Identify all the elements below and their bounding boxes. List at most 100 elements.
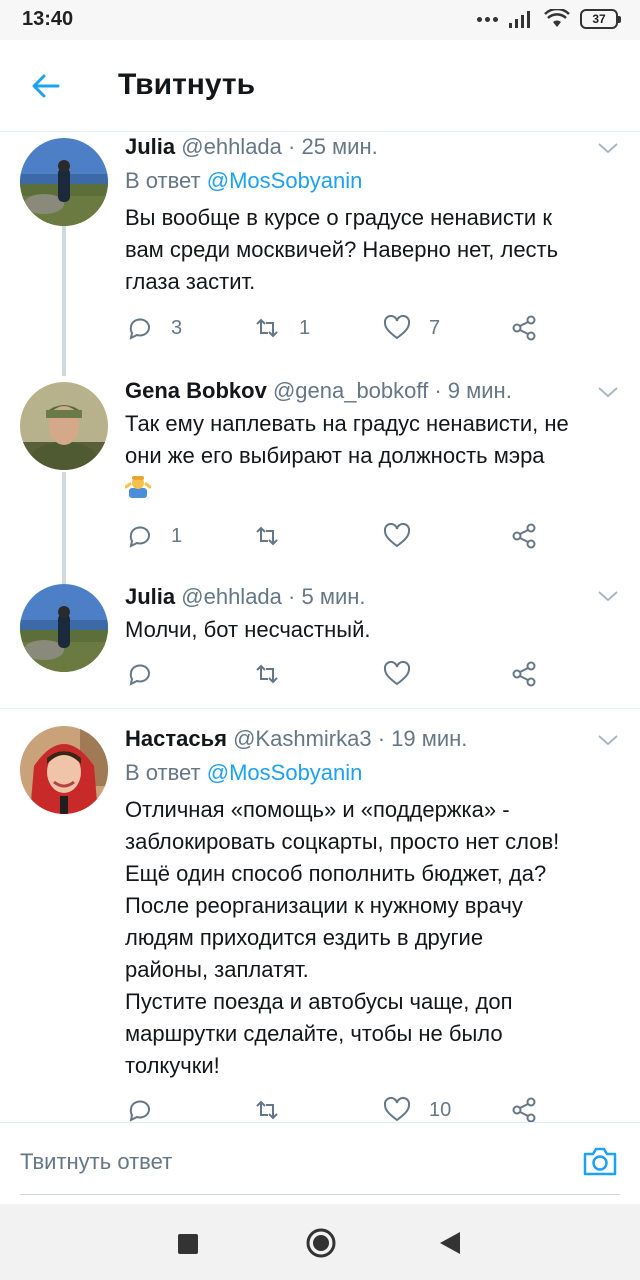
back-triangle-icon[interactable] — [440, 1232, 460, 1254]
share-icon — [512, 1097, 536, 1122]
reply-to-line: В ответ @MosSobyanin — [125, 166, 620, 196]
reply-prefix: В ответ — [125, 760, 201, 785]
tweet-time: · 19 мин. — [377, 726, 468, 751]
more-dots-icon — [477, 16, 498, 22]
share-button[interactable] — [510, 1096, 538, 1122]
author-name[interactable]: Gena Bobkov — [125, 378, 267, 403]
tweet-feed: Julia @ehhlada · 25 мин. В ответ @MosSob… — [0, 132, 640, 1122]
reply-button[interactable]: 3 — [125, 314, 182, 342]
like-button[interactable] — [383, 660, 411, 688]
clock: 13:40 — [22, 8, 74, 30]
share-icon — [512, 661, 536, 687]
camera-icon[interactable] — [582, 1145, 618, 1177]
author-name[interactable]: Настасья — [125, 726, 227, 751]
share-button[interactable] — [510, 660, 538, 688]
tweet[interactable]: Julia @ehhlada · 5 мин. Молчи, бот несча… — [0, 584, 640, 700]
tweet-text: Вы вообще в курсе о градусе ненависти к … — [125, 205, 559, 294]
like-button[interactable]: 7 — [383, 314, 440, 342]
tweet-actions — [125, 660, 625, 690]
battery-icon: 37 — [580, 9, 621, 29]
status-icons: 37 — [477, 9, 621, 29]
chevron-down-icon[interactable] — [596, 384, 620, 400]
tweet-meta: Julia @ehhlada · 25 мин. — [125, 132, 620, 162]
retweet-button[interactable] — [253, 660, 281, 688]
reply-count: 3 — [171, 316, 183, 339]
retweet-button[interactable] — [253, 1096, 281, 1122]
tweet-actions: 1 — [125, 522, 625, 552]
reply-button[interactable]: 1 — [125, 522, 182, 550]
heart-icon — [383, 522, 411, 548]
reply-icon — [129, 1100, 150, 1122]
reply-icon — [129, 664, 150, 686]
author-name[interactable]: Julia — [125, 134, 175, 159]
tweet-meta: Gena Bobkov @gena_bobkoff · 9 мин. — [125, 376, 620, 406]
reply-icon — [129, 526, 150, 548]
tweet-time: · 9 мин. — [434, 378, 512, 403]
tweet-time: · 5 мин. — [288, 584, 366, 609]
author-handle: @ehhlada — [181, 584, 282, 609]
reply-button[interactable] — [125, 660, 153, 688]
retweet-icon — [256, 1100, 278, 1120]
reply-button[interactable] — [125, 1096, 153, 1122]
retweet-icon — [256, 664, 278, 684]
like-count: 7 — [429, 316, 441, 339]
tweet[interactable]: Настасья @Kashmirka3 · 19 мин. В ответ @… — [0, 724, 640, 1122]
share-icon — [512, 523, 536, 549]
system-nav-bar — [0, 1204, 640, 1280]
reply-to-line: В ответ @MosSobyanin — [125, 758, 620, 788]
retweet-icon — [256, 318, 278, 338]
top-app-bar: Твитнуть — [0, 40, 640, 132]
avatar[interactable] — [20, 382, 108, 470]
like-button[interactable]: 10 — [383, 1096, 451, 1122]
tweet[interactable]: Gena Bobkov @gena_bobkoff · 9 мин. Так е… — [0, 376, 640, 572]
like-button[interactable] — [383, 522, 411, 550]
tweet-text: Молчи, бот несчастный. — [125, 617, 371, 642]
person-shrugging-emoji-icon — [125, 476, 151, 498]
share-button[interactable] — [510, 522, 538, 550]
tweet-meta: Julia @ehhlada · 5 мин. — [125, 582, 620, 612]
tweet-time: · 25 мин. — [288, 134, 378, 159]
avatar[interactable] — [20, 726, 108, 814]
tweet[interactable]: Julia @ehhlada · 25 мин. В ответ @MosSob… — [0, 132, 640, 368]
tweet-actions: 3 1 7 — [125, 314, 625, 344]
page-title: Твитнуть — [118, 68, 256, 101]
signal-icon — [509, 11, 530, 28]
reply-placeholder: Твитнуть ответ — [20, 1149, 173, 1174]
heart-icon — [383, 1096, 411, 1122]
avatar[interactable] — [20, 138, 108, 226]
reply-icon — [129, 318, 150, 340]
share-button[interactable] — [510, 314, 538, 342]
reply-to-link[interactable]: @MosSobyanin — [207, 168, 363, 193]
retweet-button[interactable] — [253, 522, 281, 550]
back-arrow-icon[interactable] — [28, 68, 64, 104]
avatar[interactable] — [20, 584, 108, 672]
wifi-icon — [544, 9, 570, 27]
tweet-separator — [0, 708, 640, 709]
status-bar: 13:40 37 — [0, 0, 640, 40]
tweet-text: Отличная «помощь» и «поддержка» - заблок… — [125, 797, 560, 1078]
author-name[interactable]: Julia — [125, 584, 175, 609]
reply-to-link[interactable]: @MosSobyanin — [207, 760, 363, 785]
home-icon[interactable] — [306, 1228, 336, 1258]
tweet-text: Так ему наплевать на градус ненависти, н… — [125, 411, 569, 468]
compose-reply-bar: Твитнуть ответ — [0, 1122, 640, 1204]
author-handle: @Kashmirka3 — [233, 726, 372, 751]
reply-input[interactable]: Твитнуть ответ — [20, 1123, 620, 1195]
tweet-actions: 10 — [125, 1096, 625, 1122]
author-handle: @gena_bobkoff — [272, 378, 429, 403]
like-count: 10 — [429, 1098, 452, 1121]
reply-count: 1 — [171, 524, 183, 547]
reply-prefix: В ответ — [125, 168, 201, 193]
author-handle: @ehhlada — [181, 134, 282, 159]
heart-icon — [383, 660, 411, 686]
retweet-icon — [256, 526, 278, 546]
share-icon — [512, 315, 536, 341]
retweet-button[interactable]: 1 — [253, 314, 310, 342]
recents-icon[interactable] — [178, 1234, 198, 1254]
chevron-down-icon[interactable] — [596, 588, 620, 604]
retweet-count: 1 — [299, 316, 311, 339]
tweet-meta: Настасья @Kashmirka3 · 19 мин. — [125, 724, 620, 754]
chevron-down-icon[interactable] — [596, 732, 620, 748]
heart-icon — [383, 314, 411, 340]
chevron-down-icon[interactable] — [596, 140, 620, 156]
